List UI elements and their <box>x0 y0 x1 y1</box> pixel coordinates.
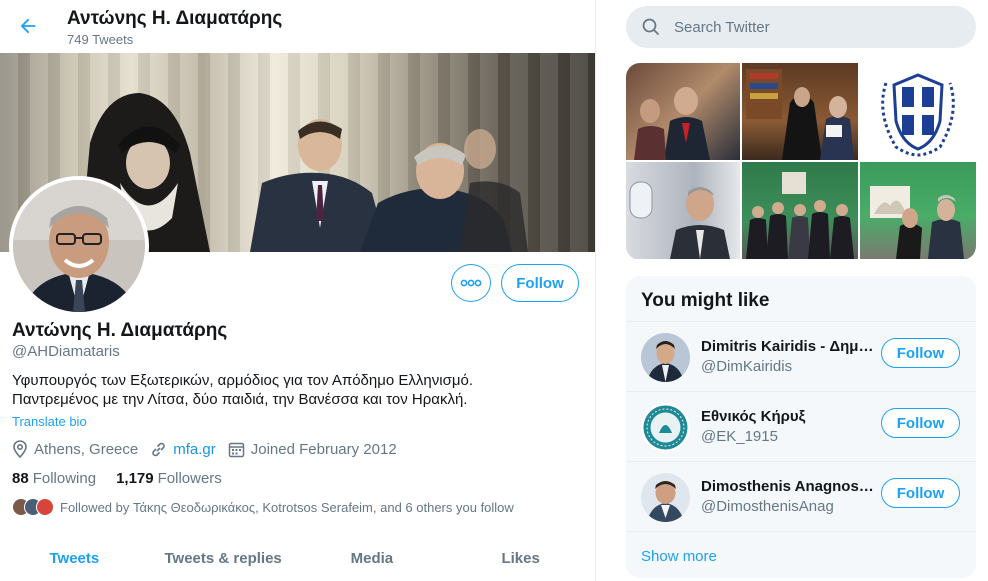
location-item: Athens, Greece <box>12 440 138 458</box>
followed-by[interactable]: Followed by Τάκης Θεοδωρικάκος, Kotrotso… <box>12 498 514 516</box>
follow-button[interactable]: Follow <box>881 408 960 438</box>
website-link[interactable]: mfa.gr <box>173 441 216 458</box>
avatar <box>641 333 690 382</box>
followers-count: 1,179 <box>116 470 154 487</box>
bio-line: Υφυπουργός των Εξωτερικών, αρμόδιος για … <box>12 372 473 389</box>
search-icon <box>642 18 660 36</box>
tab-media[interactable]: Media <box>298 536 447 581</box>
right-sidebar: Search Twitter You might like Dimitris K… <box>597 0 988 581</box>
location-text: Athens, Greece <box>34 440 139 458</box>
following-count: 88 <box>12 470 29 487</box>
media-thumbnail[interactable] <box>742 162 858 259</box>
suggestion-handle: @DimKairidis <box>701 358 793 375</box>
panel-title: You might like <box>641 290 770 311</box>
back-button[interactable] <box>14 12 42 40</box>
following-label: Following <box>32 470 97 487</box>
header-name: Αντώνης Η. Διαματάρης <box>67 8 283 29</box>
bio-line: Παντρεμένος με την Λίτσα, δύο παιδιά, τη… <box>12 391 468 408</box>
tab-tweets-replies[interactable]: Tweets & replies <box>149 536 298 581</box>
suggestion-handle: @DimosthenisAnag <box>701 498 834 515</box>
arrow-left-icon <box>20 18 36 34</box>
location-pin-icon <box>13 440 27 458</box>
profile-bio: Υφυπουργός των Εξωτερικών, αρμόδιος για … <box>12 371 587 409</box>
following-stat[interactable]: 88 Following <box>12 470 96 487</box>
avatar <box>641 473 690 522</box>
more-dots-icon <box>460 279 482 287</box>
who-to-follow-panel: You might like Dimitris Kairidis - Δημήτ… <box>626 276 976 578</box>
profile-stats: 88 Following 1,179 Followers <box>12 470 242 487</box>
link-icon <box>152 442 165 456</box>
translate-bio-link[interactable]: Translate bio <box>12 414 87 429</box>
search-box[interactable]: Search Twitter <box>626 6 976 48</box>
suggestion-name: Dimitris Kairidis - Δημήτρης Καιρίδης <box>701 338 876 355</box>
profile-column: Αντώνης Η. Διαματάρης 749 Tweets Follow … <box>0 0 596 581</box>
media-thumbnail[interactable] <box>860 63 976 160</box>
avatar <box>36 498 54 516</box>
suggestion-item[interactable]: Dimitris Kairidis - Δημήτρης Καιρίδης @D… <box>626 321 976 391</box>
follow-button[interactable]: Follow <box>501 264 579 302</box>
media-thumbnail[interactable] <box>860 162 976 259</box>
profile-handle: @AHDiamataris <box>12 343 120 360</box>
follow-button[interactable]: Follow <box>881 478 960 508</box>
greek-coat-of-arms-image <box>881 73 955 157</box>
media-thumbnail[interactable] <box>626 63 740 160</box>
tab-tweets[interactable]: Tweets <box>0 536 149 581</box>
more-options-button[interactable] <box>451 264 491 302</box>
search-input[interactable]: Search Twitter <box>674 19 770 36</box>
media-gallery <box>626 63 976 260</box>
followed-by-avatars <box>12 498 54 516</box>
suggestion-name: Εθνικός Κήρυξ <box>701 408 806 425</box>
ethnikos-kiryx-logo <box>641 403 690 452</box>
suggestion-name: Dimosthenis Anagnostopoulos <box>701 478 876 495</box>
suggestion-handle: @EK_1915 <box>701 428 778 445</box>
avatar-photo <box>13 180 145 312</box>
profile-meta: Athens, Greece mfa.gr Joined February 20… <box>12 440 409 458</box>
followers-label: Followers <box>157 470 222 487</box>
profile-tabs: Tweets Tweets & replies Media Likes <box>0 536 595 581</box>
profile-avatar[interactable] <box>9 176 149 316</box>
header-tweet-count: 749 Tweets <box>67 32 134 47</box>
media-thumbnail[interactable] <box>742 63 858 160</box>
show-more-link[interactable]: Show more <box>641 548 717 565</box>
profile-name: Αντώνης Η. Διαματάρης <box>12 320 228 341</box>
follow-button[interactable]: Follow <box>881 338 960 368</box>
profile-header-bar: Αντώνης Η. Διαματάρης 749 Tweets <box>0 0 595 53</box>
suggestion-item[interactable]: Dimosthenis Anagnostopoulos @Dimosthenis… <box>626 461 976 531</box>
divider <box>626 531 976 532</box>
joined-text: Joined February 2012 <box>250 440 397 458</box>
suggestion-item[interactable]: Εθνικός Κήρυξ @EK_1915 Follow <box>626 391 976 461</box>
joined-item: Joined February 2012 <box>228 441 397 458</box>
website-item: mfa.gr <box>150 441 216 458</box>
media-thumbnail[interactable] <box>626 162 740 259</box>
calendar-icon <box>228 442 244 457</box>
tab-likes[interactable]: Likes <box>446 536 595 581</box>
avatar <box>641 403 690 452</box>
followed-by-text: Followed by Τάκης Θεοδωρικάκος, Kotrotso… <box>60 499 514 515</box>
followers-stat[interactable]: 1,179 Followers <box>116 470 222 487</box>
